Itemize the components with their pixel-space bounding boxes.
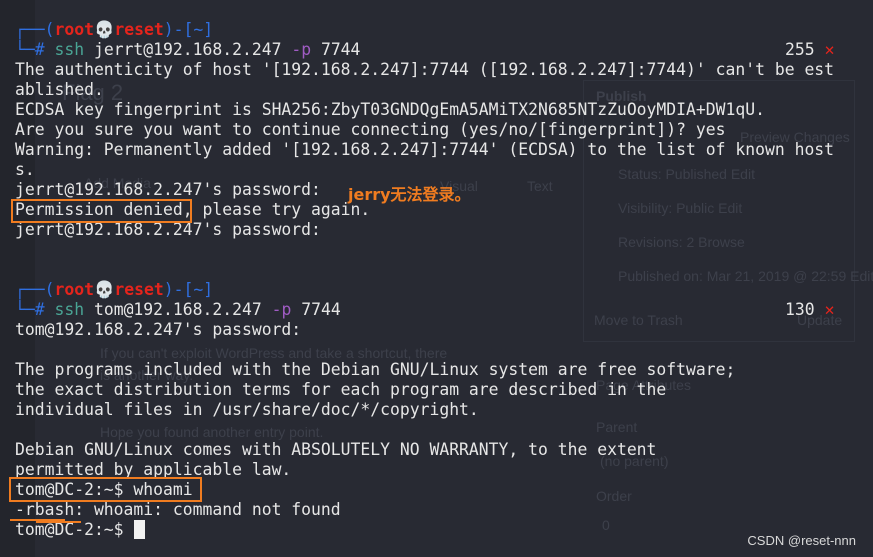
prompt-header: ┌──(root💀reset)-[~]	[15, 280, 213, 300]
annotation-text: jerry无法登录。	[348, 185, 471, 204]
command-line: └─# ssh tom@192.168.2.247 -p 7744	[15, 300, 341, 320]
output-line: ECDSA key fingerprint is SHA256:ZbyT03GN…	[15, 100, 765, 119]
watermark: CSDN @reset-nnn	[747, 533, 856, 548]
underline-whoami	[36, 521, 81, 523]
shell-prompt-line[interactable]: tom@DC-2:~$	[15, 520, 145, 540]
command-port: 7744	[311, 40, 361, 59]
prompt-hash: └─#	[15, 40, 55, 59]
command-line: └─# ssh jerrt@192.168.2.247 -p 7744	[15, 40, 360, 60]
exit-code: 130	[785, 300, 815, 319]
output-line: -rbash: whoami: command not found	[15, 500, 341, 519]
command-flag: -p	[271, 300, 292, 319]
output-line: ablished.	[15, 80, 104, 99]
output-line: s.	[15, 160, 35, 179]
error-x-icon: ✕	[824, 300, 835, 319]
prompt-user: root💀reset	[54, 280, 164, 299]
error-x-icon: ✕	[824, 40, 835, 59]
output-line: individual files in /usr/share/doc/*/cop…	[15, 400, 479, 419]
output-line: the exact distribution terms for each pr…	[15, 380, 667, 399]
terminal[interactable]: ┌──(root💀reset)-[~] └─# ssh jerrt@192.16…	[0, 0, 873, 557]
exit-status: 255 ✕	[785, 40, 834, 60]
exit-code: 255	[785, 40, 815, 59]
command-args: jerrt@192.168.2.247	[84, 40, 292, 59]
output-line: tom@192.168.2.247's password:	[15, 320, 302, 339]
exit-status: 130 ✕	[785, 300, 834, 320]
prompt-dir: )-[~]	[163, 20, 214, 39]
command-flag: -p	[291, 40, 312, 59]
highlight-box-permission-denied	[11, 199, 192, 223]
command-name: ssh	[54, 300, 85, 319]
output-line: jerrt@192.168.2.247's password:	[15, 180, 321, 199]
output-line: Debian GNU/Linux comes with ABSOLUTELY N…	[15, 440, 657, 459]
prompt-header: ┌──(root💀reset)-[~]	[15, 20, 213, 40]
output-line: The authenticity of host '[192.168.2.247…	[15, 60, 835, 79]
prompt-bracket: ┌──(	[15, 280, 55, 299]
prompt-dir: )-[~]	[163, 280, 214, 299]
output-line: Warning: Permanently added '[192.168.2.2…	[15, 140, 835, 159]
output-line: The programs included with the Debian GN…	[15, 360, 736, 379]
command-args: tom@192.168.2.247	[84, 300, 272, 319]
command-name: ssh	[54, 40, 85, 59]
output-line: jerrt@192.168.2.247's password:	[15, 220, 321, 239]
prompt-hash: └─#	[15, 300, 55, 319]
prompt-bracket: ┌──(	[15, 20, 55, 39]
output-line: Are you sure you want to continue connec…	[15, 120, 726, 139]
command-port: 7744	[291, 300, 341, 319]
text-cursor	[133, 520, 145, 539]
highlight-box-whoami	[9, 477, 202, 502]
prompt-user: root💀reset	[54, 20, 164, 39]
